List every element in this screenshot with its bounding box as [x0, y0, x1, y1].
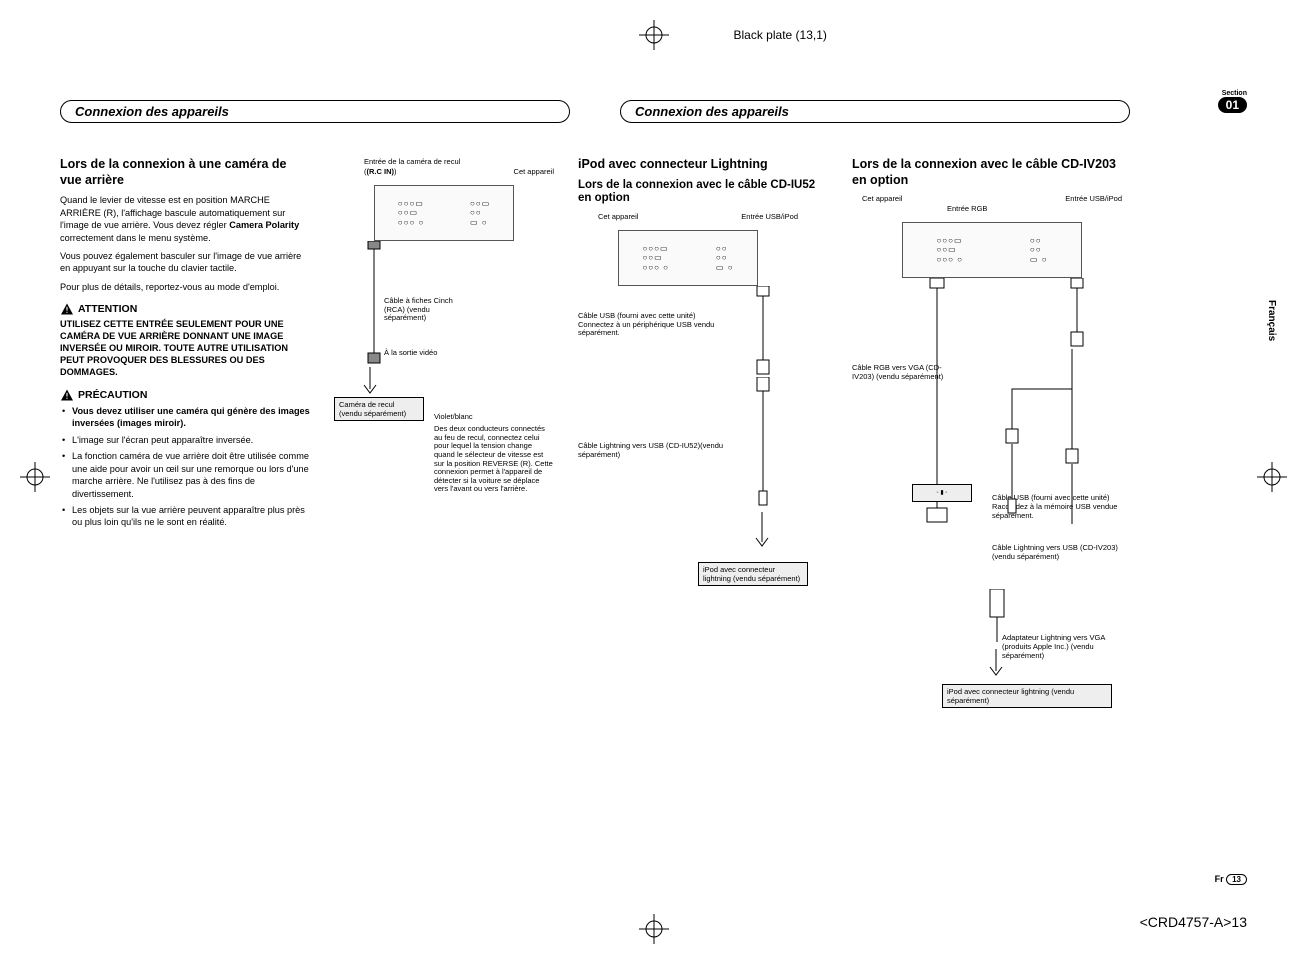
- warning-icon: [60, 303, 74, 315]
- lbl-rcin-title: Entrée de la caméra de recul: [364, 157, 460, 166]
- camera-box: Caméra de recul (vendu séparément): [334, 397, 424, 421]
- lbl-rgb-cable: Câble RGB vers VGA (CD-IV203) (vendu sép…: [852, 364, 947, 381]
- list-item: L'image sur l'écran peut apparaître inve…: [60, 434, 310, 446]
- lbl-violet: Violet/blanc: [434, 413, 473, 422]
- p1-bold: Camera Polarity: [229, 220, 299, 230]
- lbl-adapter: Adaptateur Lightning vers VGA (produits …: [1002, 634, 1132, 660]
- splitter-icon: [972, 349, 1082, 549]
- lbl-usb-in: Entrée USB/iPod: [741, 212, 798, 221]
- page-number: Fr 13: [1215, 874, 1247, 884]
- attention-row: ATTENTION: [60, 303, 310, 315]
- crop-right-icon: [1257, 462, 1287, 492]
- crop-top-icon: [639, 20, 669, 50]
- attention-body: UTILISEZ CETTE ENTRÉE SEULEMENT POUR UNE…: [60, 319, 310, 379]
- lbl-device: Cet appareil: [514, 167, 554, 176]
- lbl-usb-in: Entrée USB/iPod: [1065, 194, 1122, 203]
- lang-code: Fr: [1215, 874, 1224, 884]
- h-iv203: Lors de la connexion avec le câble CD-IV…: [852, 157, 1132, 188]
- lbl-device: Cet appareil: [862, 194, 902, 203]
- doc-id: <CRD4757-A>13: [1140, 914, 1247, 930]
- p-rear-2: Vous pouvez également basculer sur l'ima…: [60, 250, 310, 275]
- ipod-box: iPod avec connecteur lightning (vendu sé…: [698, 562, 808, 586]
- lbl-violet-body: Des deux conducteurs connectés au feu de…: [434, 425, 554, 494]
- usb-cable-icon: [1062, 278, 1092, 348]
- head-unit-icon: ○○○▭○○▭○○○ ○ ○○▭○○▭ ○: [374, 185, 514, 241]
- header-right: Connexion des appareils: [620, 100, 1130, 123]
- head-unit-icon: ○○○▭○○▭○○○ ○ ○○○○▭ ○: [902, 222, 1082, 278]
- diagram-rear-camera: Entrée de la caméra de recul ((R.C IN)) …: [334, 157, 554, 577]
- header-left: Connexion des appareils: [60, 100, 570, 123]
- section-label: Section: [1218, 90, 1247, 97]
- arrow-down-icon: [362, 367, 378, 397]
- list-item: Vous devez utiliser une caméra qui génèr…: [60, 405, 310, 430]
- lbl-rgb: Entrée RGB: [947, 204, 987, 213]
- p1-b: correctement dans le menu système.: [60, 233, 211, 243]
- vga-connector-icon: ◦ ▮ ◦: [912, 484, 972, 502]
- ipod-box: iPod avec connecteur lightning (vendu sé…: [942, 684, 1112, 708]
- head-unit-icon: ○○○▭○○▭○○○ ○ ○○○○▭ ○: [618, 230, 758, 286]
- h-ipod-lightning: iPod avec connecteur Lightning: [578, 157, 828, 173]
- lbl-rcin: ((R.C IN)): [364, 167, 397, 176]
- section-badge: Section 01: [1218, 90, 1247, 113]
- header-row: Connexion des appareils Connexion des ap…: [60, 100, 1247, 123]
- rcin-bold: (R.C IN): [367, 167, 395, 176]
- crop-bottom-icon: [639, 914, 669, 944]
- lbl-device: Cet appareil: [598, 212, 638, 221]
- content-columns: Lors de la connexion à une caméra de vue…: [60, 157, 1247, 754]
- column-ipod-iu52: iPod avec connecteur Lightning Lors de l…: [578, 157, 828, 754]
- lightning-cable-icon: [748, 377, 778, 507]
- column-ipod-iv203: Lors de la connexion avec le câble CD-IV…: [852, 157, 1132, 754]
- lbl-lightning-cable: Câble Lightning vers USB (CD-IU52)(vendu…: [578, 442, 728, 459]
- precaution-title: PRÉCAUTION: [78, 389, 147, 401]
- plate-label: Black plate (13,1): [734, 28, 827, 42]
- lbl-lightning-usb: Câble Lightning vers USB (CD-IV203) (ven…: [992, 544, 1122, 561]
- section-number: 01: [1218, 97, 1247, 113]
- p-rear-3: Pour plus de détails, reportez-vous au m…: [60, 281, 310, 293]
- precaution-row: PRÉCAUTION: [60, 389, 310, 401]
- warning-icon: [60, 389, 74, 401]
- column-rear-camera: Lors de la connexion à une caméra de vue…: [60, 157, 310, 754]
- p-rear-1: Quand le levier de vitesse est en positi…: [60, 194, 310, 244]
- arrow-down-icon: [754, 512, 770, 552]
- lbl-video-out: À la sortie vidéo: [384, 349, 437, 358]
- attention-title: ATTENTION: [78, 303, 137, 315]
- list-item: La fonction caméra de vue arrière doit ê…: [60, 450, 310, 500]
- prec-0: Vous devez utiliser une caméra qui génèr…: [72, 406, 310, 428]
- h-iu52: Lors de la connexion avec le câble CD-IU…: [578, 179, 828, 207]
- crop-left-icon: [20, 462, 50, 492]
- list-item: Les objets sur la vue arrière peuvent ap…: [60, 504, 310, 529]
- lbl-usb-cable: Câble USB (fourni avec cette unité) Conn…: [578, 312, 718, 338]
- precaution-list: Vous devez utiliser une caméra qui génèr…: [60, 405, 310, 529]
- arrow-down-icon: [988, 649, 1004, 679]
- page: Black plate (13,1) Connexion des apparei…: [0, 0, 1307, 954]
- lbl-rca: Câble à fiches Cinch (RCA) (vendu séparé…: [384, 297, 474, 323]
- usb-cable-icon: [748, 286, 778, 376]
- h-rear-camera: Lors de la connexion à une caméra de vue…: [60, 157, 310, 188]
- page-circle: 13: [1226, 874, 1247, 885]
- language-tab: Français: [1266, 300, 1277, 341]
